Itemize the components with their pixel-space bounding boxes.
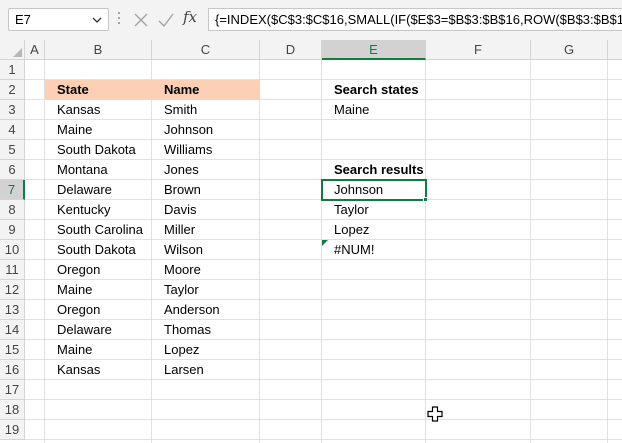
cell-b6[interactable]: Montana xyxy=(45,160,108,180)
cell-b9[interactable]: South Carolina xyxy=(45,220,143,240)
cell-b14[interactable]: Delaware xyxy=(45,320,112,340)
column-header-d[interactable]: D xyxy=(260,40,322,60)
cell-c13[interactable]: Anderson xyxy=(152,300,220,320)
row-header-8[interactable]: 8 xyxy=(0,200,25,220)
cell-b2-state-header[interactable]: State xyxy=(45,80,152,100)
cell-b15[interactable]: Maine xyxy=(45,340,92,360)
cell-e2-search-label[interactable]: Search states xyxy=(322,80,419,100)
row-header-19[interactable]: 19 xyxy=(0,420,25,440)
row-header-4[interactable]: 4 xyxy=(0,120,25,140)
formula-bar-area: E7 fx {=INDEX($C$3:$C$16,SMALL(IF($E$3=$… xyxy=(0,0,622,40)
select-all-button[interactable] xyxy=(0,40,25,60)
column-header-c[interactable]: C xyxy=(152,40,260,60)
cell-c3[interactable]: Smith xyxy=(152,100,197,120)
cell-b16[interactable]: Kansas xyxy=(45,360,100,380)
column-header-b[interactable]: B xyxy=(45,40,152,60)
column-header-g[interactable]: G xyxy=(531,40,608,60)
row-header-6[interactable]: 6 xyxy=(0,160,25,180)
error-indicator-icon[interactable] xyxy=(322,240,328,246)
cell-c16[interactable]: Larsen xyxy=(152,360,204,380)
formula-text: {=INDEX($C$3:$C$16,SMALL(IF($E$3=$B$3:$B… xyxy=(215,12,622,27)
cell-b10[interactable]: South Dakota xyxy=(45,240,136,260)
cell-b3[interactable]: Kansas xyxy=(45,100,100,120)
cell-b11[interactable]: Oregon xyxy=(45,260,100,280)
row-header-11[interactable]: 11 xyxy=(0,260,25,280)
column-header-f[interactable]: F xyxy=(426,40,531,60)
spreadsheet-grid[interactable]: A B C D E F G 1 2 3 4 5 6 7 8 9 10 11 12… xyxy=(0,40,622,443)
column-header-a[interactable]: A xyxy=(25,40,45,60)
drag-handle-icon[interactable] xyxy=(118,12,121,28)
cell-c14[interactable]: Thomas xyxy=(152,320,211,340)
name-box-value: E7 xyxy=(15,12,31,27)
row-header-9[interactable]: 9 xyxy=(0,220,25,240)
cell-e6-results-label[interactable]: Search results xyxy=(322,160,424,180)
cell-c9[interactable]: Miller xyxy=(152,220,195,240)
cell-b4[interactable]: Maine xyxy=(45,120,92,140)
row-header-15[interactable]: 15 xyxy=(0,340,25,360)
cell-c7[interactable]: Brown xyxy=(152,180,201,200)
row-header-16[interactable]: 16 xyxy=(0,360,25,380)
cell-c8[interactable]: Davis xyxy=(152,200,197,220)
row-header-12[interactable]: 12 xyxy=(0,280,25,300)
row-header-18[interactable]: 18 xyxy=(0,400,25,420)
column-header-h[interactable] xyxy=(608,40,622,60)
cell-c2-name-header[interactable]: Name xyxy=(152,80,260,100)
cell-c4[interactable]: Johnson xyxy=(152,120,213,140)
cell-b5[interactable]: South Dakota xyxy=(45,140,136,160)
row-header-13[interactable]: 13 xyxy=(0,300,25,320)
column-header-e[interactable]: E xyxy=(322,40,426,60)
cell-e9-result[interactable]: Lopez xyxy=(322,220,369,240)
row-header-2[interactable]: 2 xyxy=(0,80,25,100)
row-header-7[interactable]: 7 xyxy=(0,180,25,200)
name-box[interactable]: E7 xyxy=(8,8,109,31)
row-header-17[interactable]: 17 xyxy=(0,380,25,400)
checkmark-icon[interactable] xyxy=(157,10,175,30)
cell-b12[interactable]: Maine xyxy=(45,280,92,300)
cell-e8-result[interactable]: Taylor xyxy=(322,200,369,220)
cell-c15[interactable]: Lopez xyxy=(152,340,199,360)
cell-e3-search-value[interactable]: Maine xyxy=(322,100,369,120)
row-header-3[interactable]: 3 xyxy=(0,100,25,120)
formula-input[interactable]: {=INDEX($C$3:$C$16,SMALL(IF($E$3=$B$3:$B… xyxy=(208,8,622,31)
cell-b13[interactable]: Oregon xyxy=(45,300,100,320)
active-cell-selection[interactable] xyxy=(321,179,427,201)
row-header-1[interactable]: 1 xyxy=(0,60,25,80)
fx-icon[interactable]: fx xyxy=(183,8,197,28)
cell-e10-result[interactable]: #NUM! xyxy=(322,240,374,260)
plus-cursor-icon xyxy=(427,406,443,422)
cell-b7[interactable]: Delaware xyxy=(45,180,112,200)
row-header-10[interactable]: 10 xyxy=(0,240,25,260)
row-header-14[interactable]: 14 xyxy=(0,320,25,340)
cancel-x-icon[interactable] xyxy=(133,10,149,30)
cell-c6[interactable]: Jones xyxy=(152,160,199,180)
chevron-down-icon[interactable] xyxy=(92,13,102,27)
row-header-5[interactable]: 5 xyxy=(0,140,25,160)
cell-c10[interactable]: Wilson xyxy=(152,240,203,260)
fill-handle[interactable] xyxy=(423,197,428,202)
cell-c12[interactable]: Taylor xyxy=(152,280,199,300)
cell-c5[interactable]: Williams xyxy=(152,140,212,160)
cell-b8[interactable]: Kentucky xyxy=(45,200,110,220)
cell-c11[interactable]: Moore xyxy=(152,260,201,280)
